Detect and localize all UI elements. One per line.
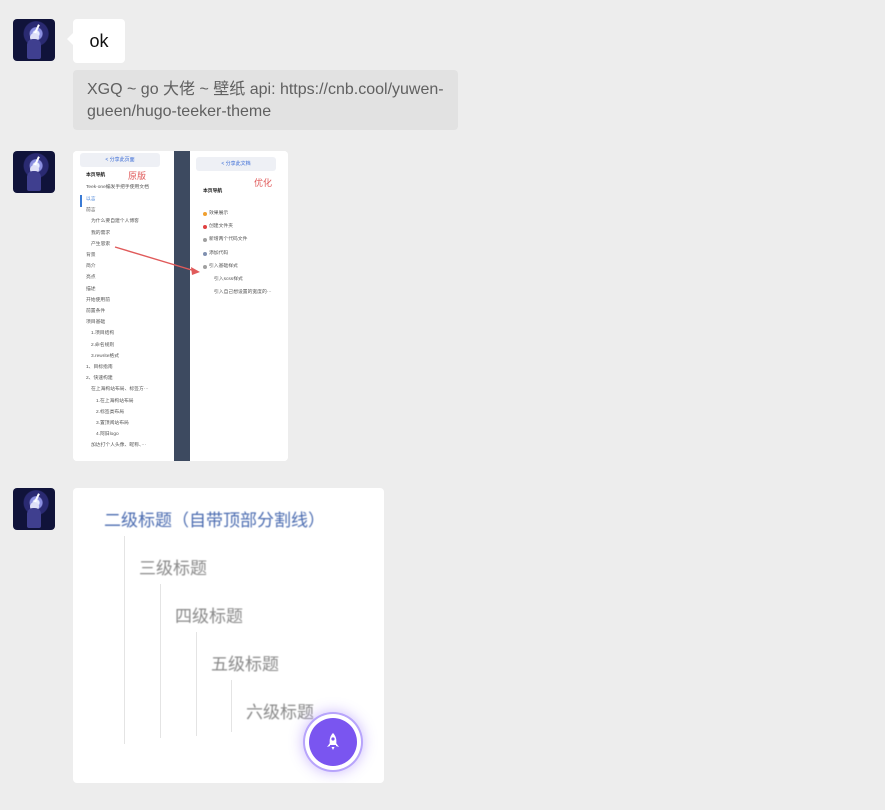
- heading-h3: 三级标题: [139, 559, 207, 578]
- image-message-heading-levels[interactable]: 二级标题（自带顶部分割线） 三级标题 四级标题 五级标题 六级标题: [73, 488, 384, 783]
- sender-avatar[interactable]: [13, 19, 55, 61]
- heading-h5: 五级标题: [211, 655, 279, 674]
- message-bubble-text[interactable]: ok: [67, 19, 125, 63]
- image-message-toc-comparison[interactable]: < 分享此页面 本页导航 原版 Teek-one编发手把手使用文档 以言 前言 为什…: [73, 151, 288, 461]
- back-to-top-button[interactable]: [309, 718, 357, 766]
- sender-avatar[interactable]: [13, 488, 55, 530]
- message-text: ok: [89, 31, 109, 51]
- comparison-arrow: [114, 246, 200, 275]
- heading-h2: 二级标题（自带顶部分割线）: [104, 511, 325, 530]
- quoted-message[interactable]: XGQ ~ go 大佬 ~ 壁纸 api: https://cnb.cool/y…: [73, 70, 458, 130]
- quoted-message-text: XGQ ~ go 大佬 ~ 壁纸 api: https://cnb.cool/y…: [87, 81, 444, 120]
- heading-h6: 六级标题: [246, 703, 314, 722]
- rocket-icon: [327, 733, 339, 750]
- sender-avatar[interactable]: [13, 151, 55, 193]
- heading-h4: 四级标题: [175, 607, 243, 626]
